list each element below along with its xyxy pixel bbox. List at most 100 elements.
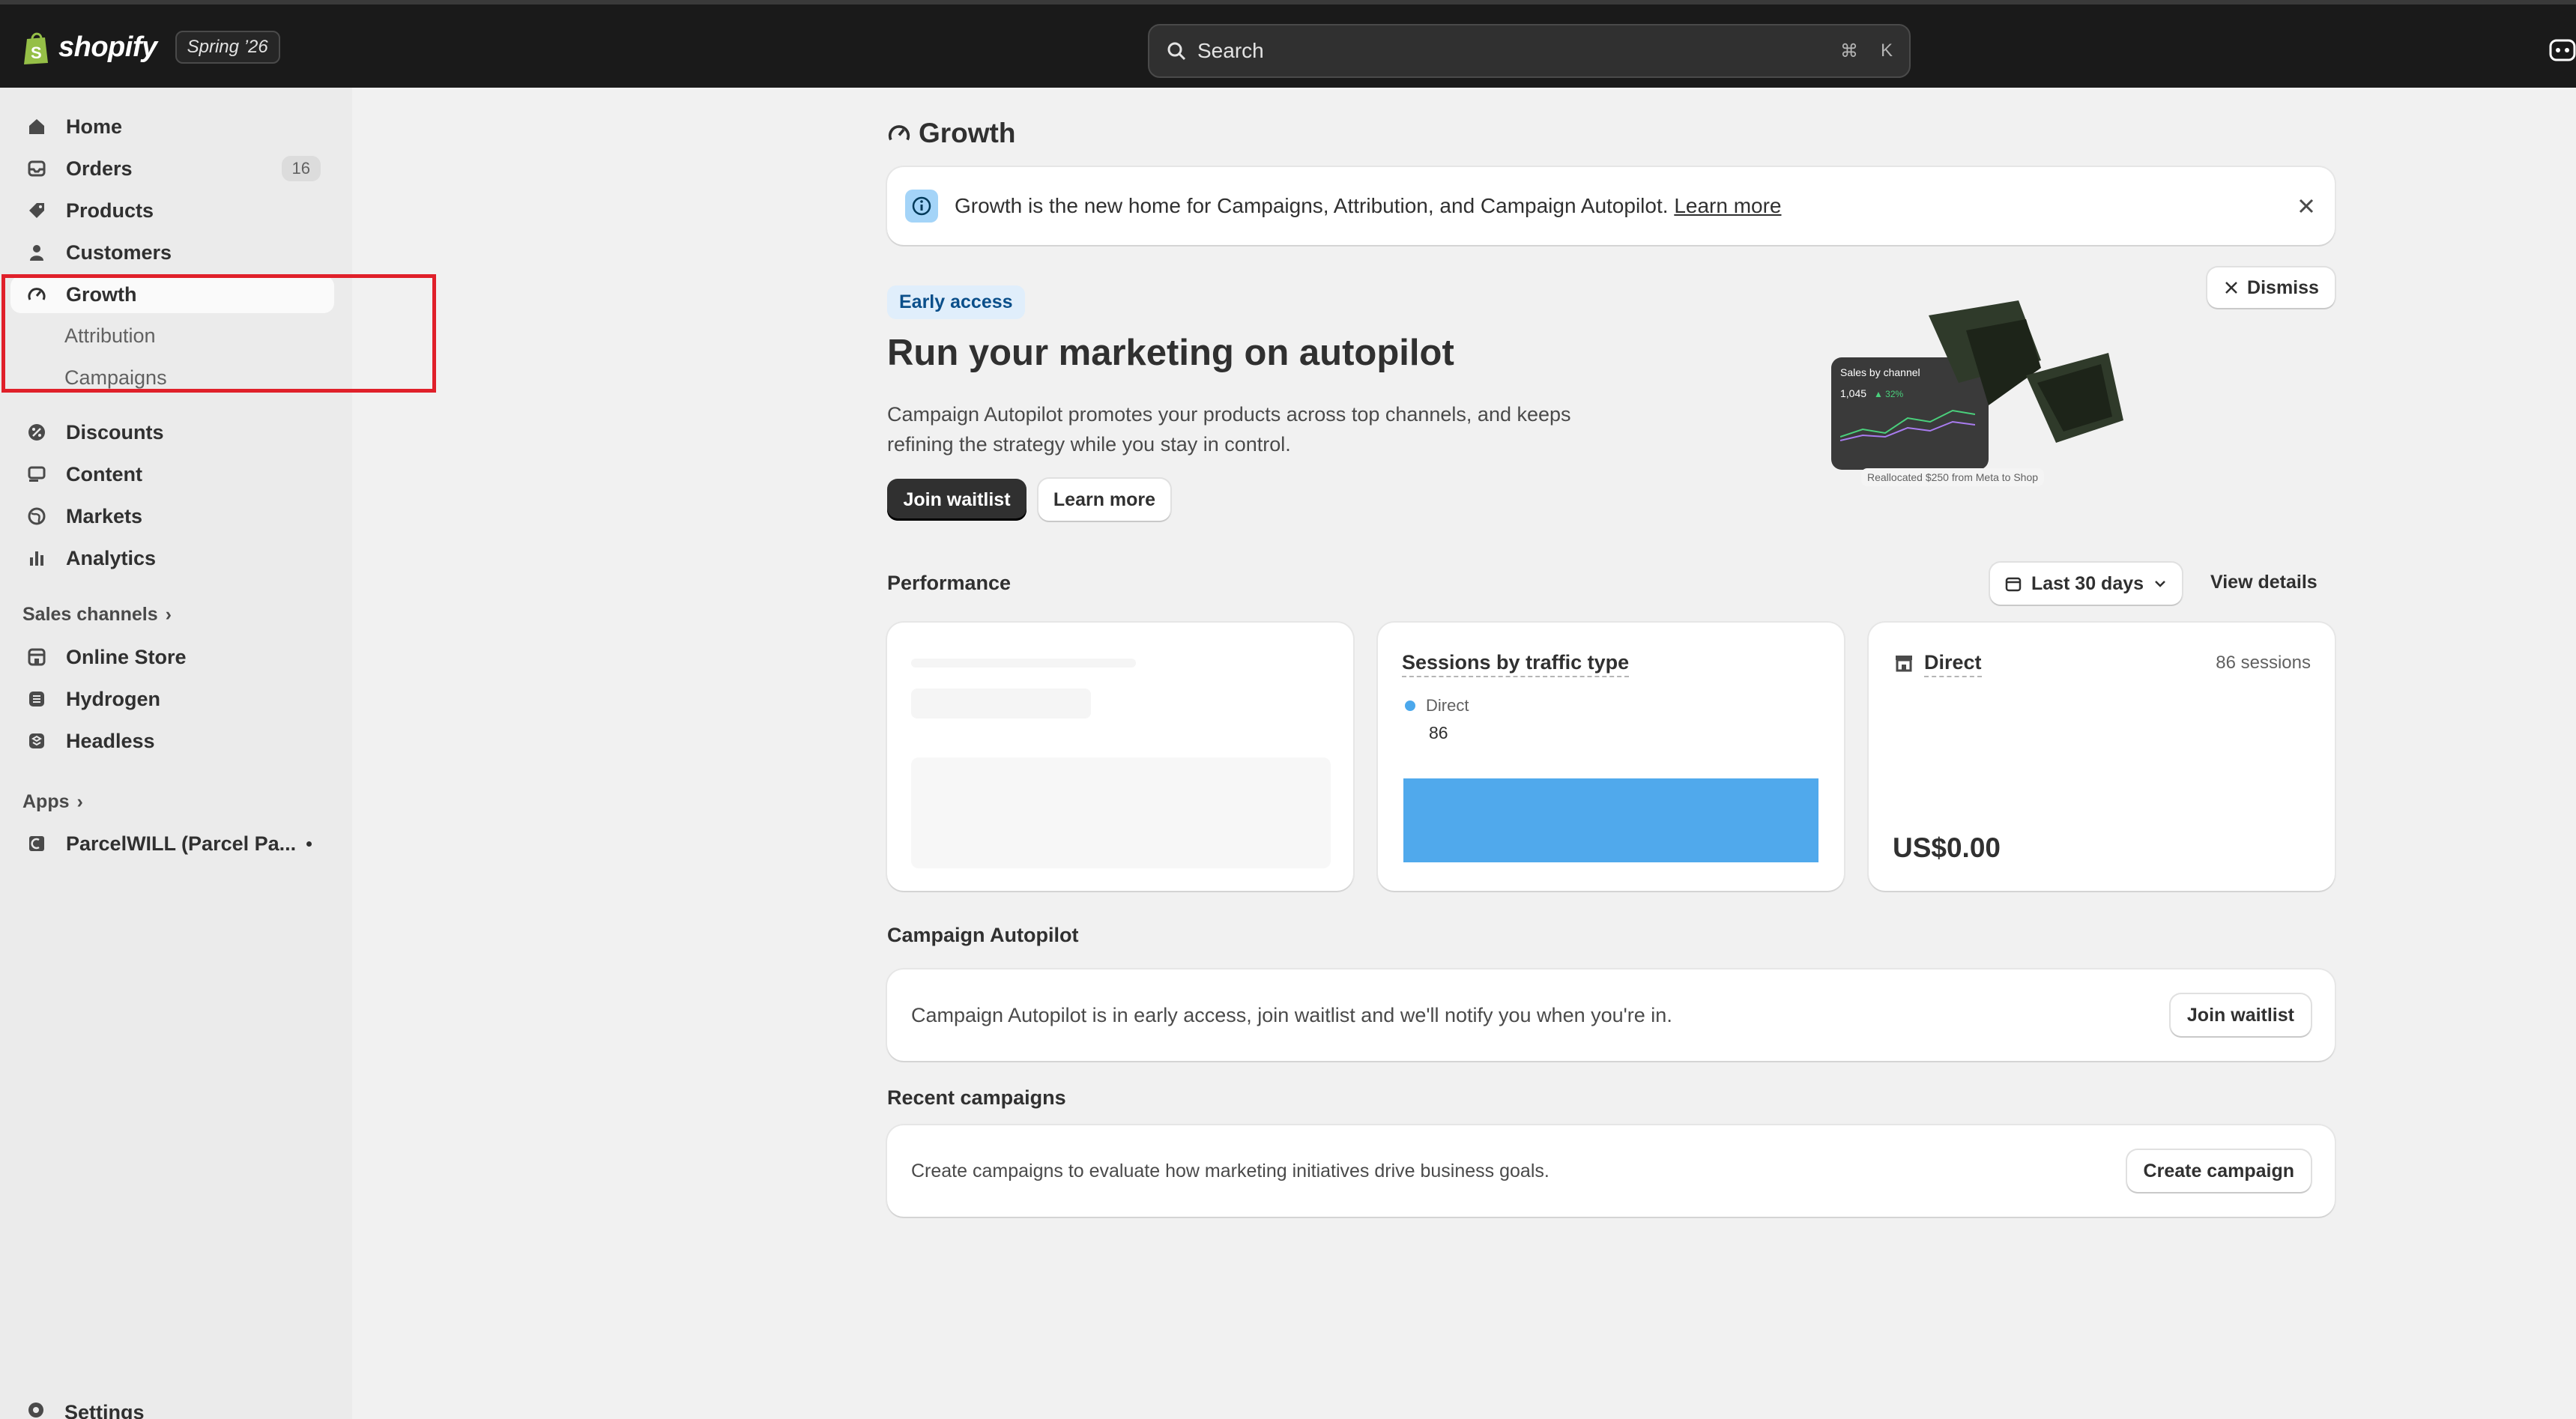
svg-text:S: S (31, 43, 42, 62)
page-title: Growth (887, 118, 1015, 149)
nav-label: Customers (66, 240, 172, 264)
date-range-label: Last 30 days (2031, 572, 2144, 594)
gear-icon (25, 1400, 46, 1419)
nav-content[interactable]: Content (10, 456, 334, 493)
nav-label: Home (66, 115, 123, 138)
chevron-right-icon: › (76, 791, 83, 812)
close-icon (2225, 282, 2237, 294)
legend-item: Direct (1405, 696, 1469, 715)
join-waitlist-button[interactable]: Join waitlist (887, 479, 1027, 521)
hero-description: Campaign Autopilot promotes your product… (887, 403, 1571, 456)
direct-card[interactable]: Direct 86 sessions US$0.00 (1869, 623, 2335, 891)
nav-label: Online Store (66, 645, 187, 668)
nav-customers[interactable]: Customers (10, 234, 334, 271)
headless-icon (25, 730, 48, 752)
edition-badge[interactable]: Spring ’26 (175, 31, 280, 64)
sales-card-pct: ▲ 32% (1873, 389, 1904, 399)
nav-app-parcelwill[interactable]: ParcelWILL (Parcel Pa... (10, 825, 334, 862)
realloc-note: Reallocated $250 from Meta to Shop (1861, 468, 2045, 486)
autopilot-message: Campaign Autopilot is in early access, j… (911, 1003, 1672, 1026)
sales-card-value: 1,045 (1840, 387, 1867, 399)
nav-analytics[interactable]: Analytics (10, 539, 334, 577)
bar-chart-icon (25, 547, 48, 569)
learn-more-button[interactable]: Learn more (1038, 479, 1170, 521)
create-campaign-button[interactable]: Create campaign (2126, 1150, 2311, 1192)
close-icon[interactable] (2296, 196, 2317, 217)
dismiss-button[interactable]: Dismiss (2207, 267, 2335, 308)
shopify-bag-icon: S (24, 32, 48, 64)
top-bar: S shopify Spring ’26 Search ⌘ K (0, 0, 2576, 88)
hero-title: Run your marketing on autopilot (887, 333, 1454, 373)
shopify-logo[interactable]: S shopify Spring ’26 (22, 30, 280, 64)
apps-label: Apps (22, 791, 70, 812)
nav-online-store[interactable]: Online Store (10, 638, 334, 676)
apps-header[interactable]: Apps › (22, 791, 83, 813)
recent-campaigns-title: Recent campaigns (887, 1086, 1066, 1109)
search-bar[interactable]: Search ⌘ K (1148, 24, 1911, 78)
date-range-button[interactable]: Last 30 days (1990, 563, 2182, 605)
nav-headless[interactable]: Headless (10, 722, 334, 760)
sessions-bar-direct[interactable] (1403, 778, 1818, 862)
autopilot-card: Campaign Autopilot is in early access, j… (887, 969, 2335, 1061)
gauge-icon (888, 125, 910, 141)
direct-card-title[interactable]: Direct (1924, 651, 1982, 677)
shortcut-cmd: ⌘ (1839, 40, 1858, 61)
chevron-right-icon: › (165, 604, 172, 625)
nav-label: Analytics (66, 546, 157, 569)
banner-learn-more-link[interactable]: Learn more (1674, 194, 1781, 217)
legend-dot (1405, 701, 1415, 711)
nav-label: Markets (66, 504, 143, 527)
nav-home[interactable]: Home (10, 108, 334, 145)
nav-products[interactable]: Products (10, 192, 334, 229)
settings-label: Settings (64, 1401, 145, 1419)
nav-label: ParcelWILL (Parcel Pa... (66, 832, 297, 855)
sessions-card-title[interactable]: Sessions by traffic type (1402, 651, 1630, 677)
dismiss-label: Dismiss (2247, 276, 2319, 298)
info-banner: Growth is the new home for Campaigns, At… (887, 167, 2335, 245)
nav-hydrogen[interactable]: Hydrogen (10, 680, 334, 718)
content-icon (25, 463, 48, 485)
skeleton-block (911, 757, 1331, 868)
app-icon (25, 832, 48, 855)
tag-icon (25, 199, 48, 222)
nav-label: Hydrogen (66, 687, 161, 710)
shortcut-key: K (1880, 40, 1893, 61)
hydrogen-icon (25, 688, 48, 710)
info-icon (905, 190, 938, 223)
page-title-text: Growth (919, 118, 1016, 148)
sales-channels-label: Sales channels (22, 604, 158, 625)
autopilot-join-waitlist-button[interactable]: Join waitlist (2170, 994, 2311, 1036)
nav-markets[interactable]: Markets (10, 497, 334, 535)
hero-illustration: Sales by channel 1,045 ▲ 32% Reallocated… (1831, 285, 2161, 503)
nav-orders[interactable]: Orders 16 (10, 150, 334, 187)
nav-label: Headless (66, 729, 155, 752)
person-icon (25, 241, 48, 264)
skeleton-line (911, 659, 1136, 668)
nav-label: Products (66, 199, 154, 222)
store-icon (1896, 656, 1912, 672)
nav-discounts[interactable]: Discounts (10, 414, 334, 451)
view-details-button[interactable]: View details (2210, 572, 2318, 593)
brand-wordmark: shopify (58, 31, 157, 63)
sunglasses-icon (1929, 300, 2123, 443)
orders-icon (25, 157, 48, 180)
globe-icon (25, 505, 48, 527)
chevron-down-icon (2155, 581, 2165, 587)
direct-sessions: 86 sessions (2216, 653, 2311, 673)
sales-channels-header[interactable]: Sales channels › (22, 604, 172, 626)
sessions-traffic-card[interactable]: Sessions by traffic type Direct 86 (1378, 623, 1844, 891)
banner-message: Growth is the new home for Campaigns, At… (955, 194, 1669, 217)
nav-label: Orders (66, 157, 133, 180)
performance-title: Performance (887, 572, 1012, 594)
recent-campaigns-message: Create campaigns to evaluate how marketi… (911, 1160, 1549, 1182)
discount-icon (25, 421, 48, 444)
direct-amount: US$0.00 (1893, 832, 2001, 863)
store-switcher-icon[interactable] (2548, 37, 2576, 63)
search-icon (1167, 42, 1186, 61)
banner-text: Growth is the new home for Campaigns, At… (955, 194, 2296, 218)
orders-count-badge: 16 (281, 156, 321, 181)
nav-settings[interactable]: Settings (25, 1400, 145, 1419)
nav-label: Discounts (66, 420, 164, 444)
legend-value: 86 (1429, 723, 1448, 742)
nav-label: Content (66, 462, 142, 485)
